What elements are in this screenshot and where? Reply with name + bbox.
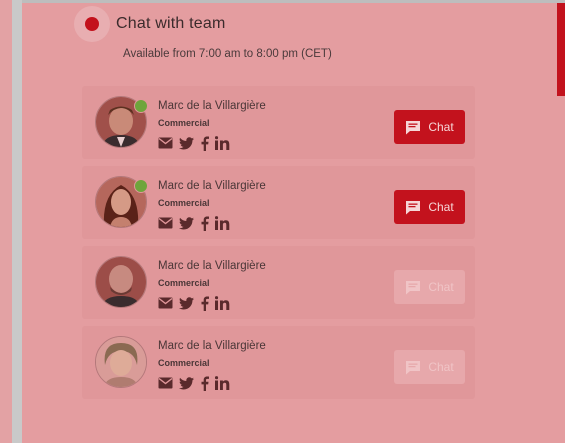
contact-card: Marc de la Villargière Commercial Chat [82,166,475,239]
panel-top-border [22,0,565,3]
contact-card: Marc de la Villargière Commercial Chat [82,326,475,399]
linkedin-icon[interactable] [215,216,230,230]
online-status-dot [134,99,148,113]
contact-role: Commercial [158,118,210,128]
linkedin-icon[interactable] [215,376,230,390]
online-status-dot [134,179,148,193]
contact-name: Marc de la Villargière [158,260,266,272]
linkedin-icon[interactable] [215,136,230,150]
chat-bubble-icon [406,360,421,374]
avatar [95,256,147,308]
facebook-icon[interactable] [200,136,209,151]
social-links [158,294,230,312]
chat-bubble-icon [406,280,421,294]
avatar [95,96,148,148]
status-indicator-icon [74,6,110,42]
twitter-icon[interactable] [179,376,194,390]
contact-card: Marc de la Villargière Commercial Chat [82,86,475,159]
contact-role: Commercial [158,358,210,368]
chat-bubble-icon [406,200,421,214]
panel-divider [12,0,22,443]
contact-name: Marc de la Villargière [158,340,266,352]
contact-name: Marc de la Villargière [158,180,266,192]
social-links [158,214,230,232]
contact-list: Marc de la Villargière Commercial Chat M… [82,86,475,406]
avatar [95,336,147,388]
twitter-icon[interactable] [179,216,194,230]
contact-card: Marc de la Villargière Commercial Chat [82,246,475,319]
chat-button[interactable]: Chat [394,350,465,384]
twitter-icon[interactable] [179,136,194,150]
availability-text: Available from 7:00 am to 8:00 pm (CET) [123,48,332,60]
social-links [158,134,230,152]
chat-button-label: Chat [428,200,454,214]
panel-header: Chat with team [74,6,226,42]
contact-name: Marc de la Villargière [158,100,266,112]
email-icon[interactable] [158,137,173,149]
chat-button-label: Chat [428,360,454,374]
scroll-indicator[interactable] [557,3,565,96]
chat-button[interactable]: Chat [394,270,465,304]
email-icon[interactable] [158,377,173,389]
twitter-icon[interactable] [179,296,194,310]
facebook-icon[interactable] [200,296,209,311]
contact-role: Commercial [158,278,210,288]
linkedin-icon[interactable] [215,296,230,310]
left-panel-edge [0,0,12,443]
facebook-icon[interactable] [200,216,209,231]
email-icon[interactable] [158,297,173,309]
chat-button[interactable]: Chat [394,190,465,224]
chat-button[interactable]: Chat [394,110,465,144]
facebook-icon[interactable] [200,376,209,391]
avatar [95,176,148,228]
contact-role: Commercial [158,198,210,208]
chat-button-label: Chat [428,280,454,294]
chat-button-label: Chat [428,120,454,134]
email-icon[interactable] [158,217,173,229]
chat-bubble-icon [406,120,421,134]
panel-title: Chat with team [116,15,226,32]
social-links [158,374,230,392]
